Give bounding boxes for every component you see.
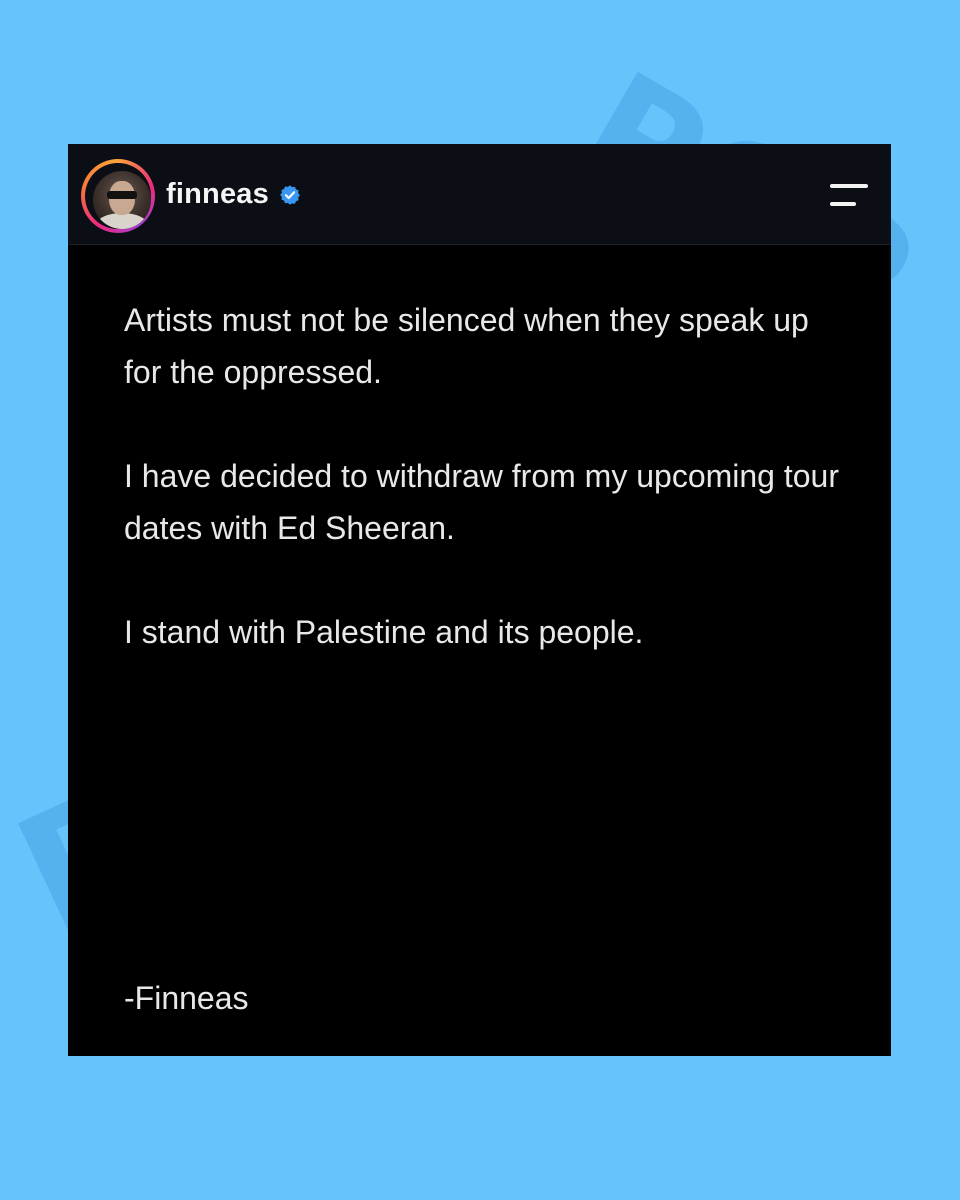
post-paragraph: I stand with Palestine and its people.	[124, 614, 644, 650]
avatar[interactable]	[81, 159, 155, 233]
post-body: Artists must not be silenced when they s…	[124, 294, 844, 710]
post-paragraph: I have decided to withdraw from my upcom…	[124, 458, 839, 546]
post-card: finneas Artists must not be silenced whe…	[68, 144, 891, 1056]
hamburger-menu-icon[interactable]	[828, 182, 868, 208]
post-header: finneas	[68, 144, 891, 245]
post-paragraph: Artists must not be silenced when they s…	[124, 302, 809, 390]
username[interactable]: finneas	[166, 176, 269, 212]
avatar-photo	[93, 171, 151, 229]
post-signature: -Finneas	[124, 980, 249, 1016]
verified-badge-icon	[280, 185, 300, 205]
